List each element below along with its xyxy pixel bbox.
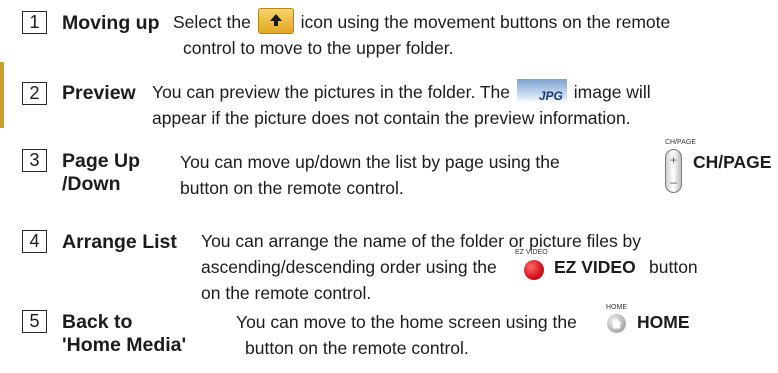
item-1-text-b: icon using the movement buttons on the r… <box>300 12 671 32</box>
item-1-line-2: control to move to the upper folder. <box>183 38 454 58</box>
ez-video-label: EZ VIDEO <box>554 257 636 277</box>
item-4-line-2b: button <box>649 257 698 277</box>
ez-video-caption: EZ VIDEO <box>515 249 548 256</box>
item-4-line-2a: ascending/descending order using the <box>201 257 497 277</box>
side-accent-bar <box>0 62 4 128</box>
term-page-up: Page Up <box>62 150 141 172</box>
term-back-to: Back to <box>62 311 133 333</box>
ch-page-caption: CH/PAGE <box>665 139 696 146</box>
item-number-box: 5 <box>22 310 47 333</box>
item-number-box: 3 <box>22 149 47 172</box>
folder-up-icon <box>257 8 294 35</box>
home-label: HOME <box>637 312 690 332</box>
item-5-line-2: button on the remote control. <box>245 338 469 358</box>
item-2-text-a: You can preview the pictures in the fold… <box>152 82 511 102</box>
item-5-line-1: You can move to the home screen using th… <box>236 312 577 332</box>
term-home-media: 'Home Media' <box>62 334 187 356</box>
term-arrange-list: Arrange List <box>62 231 177 253</box>
term-preview: Preview <box>62 82 136 104</box>
home-caption: HOME <box>606 304 627 311</box>
jpg-label: JPG <box>538 89 563 104</box>
ch-page-button-icon: CH/PAGE + – <box>664 139 696 195</box>
home-button-icon: HOME <box>604 304 634 338</box>
term-moving-up: Moving up <box>62 12 160 34</box>
item-3-line-2: button on the remote control. <box>180 178 404 198</box>
term-down: /Down <box>62 173 121 195</box>
ez-video-red-button-icon: EZ VIDEO <box>515 249 555 283</box>
item-number-box: 4 <box>22 230 47 253</box>
item-4-line-3: on the remote control. <box>201 283 372 303</box>
item-2-line-2: appear if the picture does not contain t… <box>152 108 631 128</box>
item-3-line-1: You can move up/down the list by page us… <box>180 152 560 172</box>
item-4-line-1: You can arrange the name of the folder o… <box>201 231 642 251</box>
item-2-line-1: You can preview the pictures in the fold… <box>152 79 651 105</box>
item-number-box: 1 <box>22 11 47 34</box>
item-1-text-a: Select the <box>173 12 251 32</box>
item-number-box: 2 <box>22 82 47 105</box>
jpg-thumbnail-icon: JPG <box>516 79 567 104</box>
item-2-text-b: image will <box>573 82 651 102</box>
ch-page-label: CH/PAGE <box>693 152 772 172</box>
item-1-line-1: Select the icon using the movement butto… <box>173 8 671 36</box>
